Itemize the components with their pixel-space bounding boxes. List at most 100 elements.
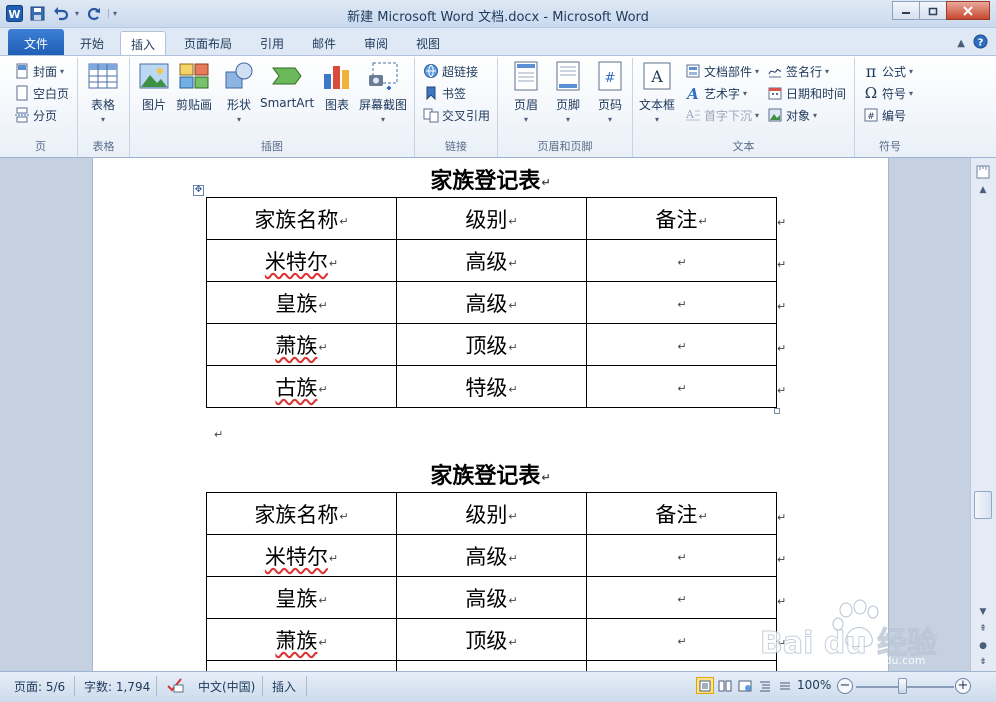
hyperlink-icon — [424, 64, 438, 78]
table-row: 萧族↵ 顶级↵ ↵ — [206, 323, 777, 366]
bookmark-button[interactable]: 书签 — [423, 83, 466, 103]
table-cell[interactable]: 萧族↵ — [206, 618, 397, 661]
chart-button[interactable]: 图表 — [321, 60, 353, 113]
table-cell[interactable] — [206, 660, 397, 671]
hyperlink-button[interactable]: 超链接 — [423, 61, 478, 81]
object-button[interactable]: 对象 ▾ — [767, 105, 817, 125]
tab-page-layout[interactable]: 页面布局 — [174, 31, 242, 55]
wordart-button[interactable]: A 艺术字 ▾ — [685, 83, 747, 103]
tab-view[interactable]: 视图 — [406, 31, 450, 55]
outline-view-icon[interactable] — [756, 677, 774, 694]
table-cell[interactable]: 萧族↵ — [206, 323, 397, 366]
restore-button[interactable] — [919, 1, 947, 20]
footer-button[interactable]: 页脚 ▾ — [552, 60, 584, 124]
table-cell[interactable]: ↵ — [586, 281, 777, 324]
page-break-button[interactable]: 分页 — [14, 105, 57, 125]
table-cell[interactable]: 家族名称↵ — [206, 197, 397, 240]
draft-view-icon[interactable] — [776, 677, 794, 694]
textbox-button[interactable]: A 文本框 ▾ — [639, 60, 675, 124]
table-cell[interactable]: 古族↵ — [206, 365, 397, 408]
table-cell[interactable]: 级别↵ — [396, 492, 587, 535]
table-cell[interactable]: 高级↵ — [396, 239, 587, 282]
tab-file[interactable]: 文件 — [8, 29, 64, 55]
tab-home[interactable]: 开始 — [70, 31, 114, 55]
ruler-toggle-icon[interactable] — [974, 164, 992, 180]
close-button[interactable] — [946, 1, 990, 20]
table-cell[interactable] — [586, 660, 777, 671]
numbering-button[interactable]: # 编号 — [863, 105, 906, 125]
zoom-level[interactable]: 100% — [797, 678, 831, 692]
insert-mode-indicator[interactable]: 插入 — [272, 678, 296, 695]
tab-mailings[interactable]: 邮件 — [302, 31, 346, 55]
tab-review[interactable]: 审阅 — [354, 31, 398, 55]
symbol-button[interactable]: Ω 符号 ▾ — [863, 83, 913, 103]
table-button[interactable]: 表格 ▾ — [87, 60, 119, 124]
equation-button[interactable]: π 公式 ▾ — [863, 61, 913, 81]
table-cell[interactable]: 高级↵ — [396, 281, 587, 324]
smartart-button[interactable]: SmartArt — [260, 60, 314, 110]
table-cell[interactable]: ↵ — [586, 534, 777, 577]
language-indicator[interactable]: 中文(中国) — [198, 678, 255, 695]
row-end-mark: ↵ — [777, 637, 787, 650]
table-cell[interactable]: 高级↵ — [396, 534, 587, 577]
tab-insert[interactable]: 插入 — [120, 31, 167, 55]
table-cell[interactable]: 皇族↵ — [206, 281, 397, 324]
table-cell[interactable]: 米特尔↵ — [206, 534, 397, 577]
scroll-up-icon[interactable]: ▲ — [974, 182, 992, 198]
proofing-icon[interactable] — [166, 676, 184, 697]
browse-object-icon[interactable]: ● — [974, 638, 992, 654]
table-cell[interactable] — [396, 660, 587, 671]
page-indicator[interactable]: 页面: 5/6 — [14, 678, 65, 695]
shapes-icon — [225, 62, 253, 89]
family-table-2[interactable]: 家族名称↵ 级别↵ 备注↵ 米特尔↵ 高级↵ ↵ 皇族↵ 高级↵ ↵ 萧族↵ 顶… — [206, 492, 777, 671]
table-cell[interactable]: ↵ — [586, 618, 777, 661]
next-page-icon[interactable]: ⇟ — [974, 654, 992, 670]
quick-parts-button[interactable]: 文档部件 ▾ — [685, 61, 759, 81]
zoom-out-button[interactable]: − — [837, 678, 853, 694]
help-icon[interactable]: ? — [973, 34, 988, 52]
cross-reference-button[interactable]: 交叉引用 — [423, 105, 490, 125]
signature-line-button[interactable]: 签名行 ▾ — [767, 61, 829, 81]
table-cell[interactable]: 皇族↵ — [206, 576, 397, 619]
picture-button[interactable]: 图片 — [138, 60, 170, 113]
table-cell[interactable]: 顶级↵ — [396, 323, 587, 366]
cover-page-button[interactable]: 封面 ▾ — [14, 61, 64, 81]
table-cell[interactable]: 备注↵ — [586, 492, 777, 535]
page-number-button[interactable]: # 页码 ▾ — [594, 60, 626, 124]
table-cell[interactable]: ↵ — [586, 323, 777, 366]
shapes-button[interactable]: 形状 ▾ — [223, 60, 255, 124]
minimize-button[interactable] — [892, 1, 920, 20]
table-cell[interactable]: ↵ — [586, 365, 777, 408]
vertical-scrollbar[interactable]: ▲ ▼ ⇞ ● ⇟ — [970, 158, 996, 671]
table-cell[interactable]: 家族名称↵ — [206, 492, 397, 535]
table-cell[interactable]: ↵ — [586, 576, 777, 619]
table-cell[interactable]: 备注↵ — [586, 197, 777, 240]
zoom-slider-thumb[interactable] — [898, 678, 907, 694]
web-layout-view-icon[interactable] — [736, 677, 754, 694]
table-cell[interactable]: 高级↵ — [396, 576, 587, 619]
previous-page-icon[interactable]: ⇞ — [974, 621, 992, 637]
minimize-ribbon-icon[interactable]: ▲ — [957, 38, 965, 49]
date-time-button[interactable]: 日期和时间 — [767, 83, 846, 103]
table-cell[interactable]: 顶级↵ — [396, 618, 587, 661]
full-screen-reading-view-icon[interactable] — [716, 677, 734, 694]
print-layout-view-icon[interactable] — [696, 677, 714, 694]
scroll-thumb[interactable] — [974, 491, 992, 519]
drop-cap-button[interactable]: A 首字下沉 ▾ — [685, 105, 759, 125]
header-button[interactable]: 页眉 ▾ — [510, 60, 542, 124]
table-resize-handle[interactable] — [774, 408, 780, 414]
blank-page-button[interactable]: 空白页 — [14, 83, 69, 103]
zoom-in-button[interactable]: + — [955, 678, 971, 694]
table-cell[interactable]: 级别↵ — [396, 197, 587, 240]
table-cell[interactable]: 米特尔↵ — [206, 239, 397, 282]
table-cell[interactable]: 特级↵ — [396, 365, 587, 408]
family-table-1[interactable]: 家族名称↵ 级别↵ 备注↵ 米特尔↵ 高级↵ ↵ 皇族↵ 高级↵ ↵ 萧族↵ 顶… — [206, 197, 777, 408]
word-count[interactable]: 字数: 1,794 — [84, 678, 150, 695]
clipart-button[interactable]: 剪贴画 — [176, 60, 212, 113]
table-move-handle-icon[interactable]: ✥ — [193, 185, 204, 196]
tab-references[interactable]: 引用 — [250, 31, 294, 55]
document-page[interactable]: 家族登记表↵ ✥ 家族名称↵ 级别↵ 备注↵ 米特尔↵ 高级↵ ↵ 皇族↵ 高级… — [93, 158, 888, 671]
screenshot-button[interactable]: 屏幕截图 ▾ — [359, 60, 407, 124]
table-cell[interactable]: ↵ — [586, 239, 777, 282]
scroll-down-icon[interactable]: ▼ — [974, 604, 992, 620]
